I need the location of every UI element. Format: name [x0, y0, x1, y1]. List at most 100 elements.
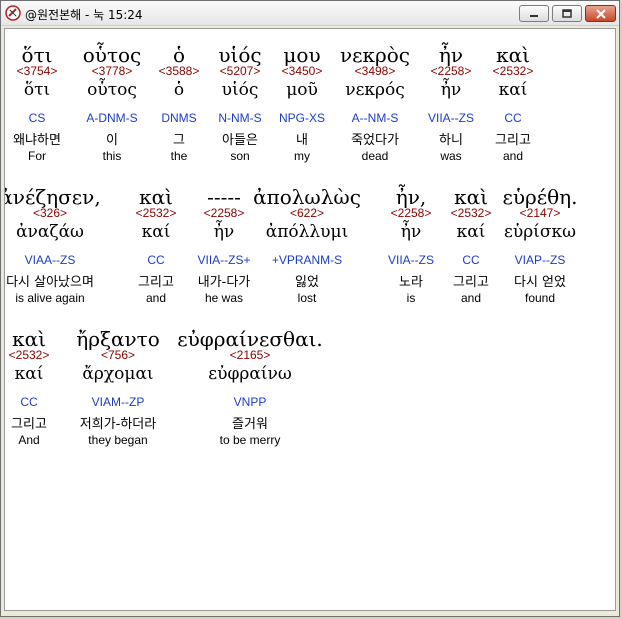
english-gloss: is alive again	[15, 291, 85, 305]
lemma: οὗτος	[87, 80, 137, 100]
status-bar	[4, 612, 616, 617]
korean-gloss: 하니	[439, 133, 463, 148]
morphology-code: CC	[147, 253, 165, 267]
lemma: καί	[456, 222, 486, 242]
morphology-code: VIAA--ZS	[24, 253, 76, 267]
strongs-number[interactable]: <3778>	[92, 64, 133, 78]
morphology-code: VIAM--ZP	[91, 395, 145, 409]
minimize-icon	[530, 14, 538, 17]
korean-gloss: 다시 얻었	[514, 275, 566, 290]
lemma: ἄρχομαι	[82, 364, 154, 384]
morphology-code: DNMS	[161, 111, 197, 125]
strongs-number[interactable]: <2532>	[493, 64, 534, 78]
lemma: ἦν	[440, 80, 462, 100]
maximize-icon	[562, 8, 572, 18]
strongs-number[interactable]: <2532>	[451, 206, 492, 220]
morphology-code: VIAP--ZS	[514, 253, 566, 267]
strongs-number[interactable]: <326>	[33, 206, 67, 220]
english-gloss: to be merry	[219, 433, 281, 447]
english-gloss: the	[170, 149, 188, 163]
strongs-number[interactable]: <2532>	[9, 348, 50, 362]
korean-gloss: 왜냐하면	[13, 133, 61, 148]
lemma: ἀπόλλυμι	[265, 222, 349, 242]
strongs-number[interactable]: <3588>	[159, 64, 200, 78]
morphology-code: CC	[20, 395, 38, 409]
english-gloss: and	[145, 291, 167, 305]
lemma: ὁ	[173, 80, 185, 100]
korean-gloss: 내가-다가	[197, 275, 251, 290]
korean-gloss: 그리고	[453, 275, 489, 290]
window-title: @원전본해 - 눅 15:24	[25, 8, 143, 22]
english-gloss: my	[294, 149, 310, 163]
lemma: εὑρίσκω	[504, 222, 576, 242]
morphology-code: CC	[504, 111, 522, 125]
korean-gloss: 즐거워	[232, 417, 268, 432]
close-icon	[595, 8, 606, 19]
strongs-number[interactable]: <2147>	[520, 206, 561, 220]
morphology-code: VIIA--ZS	[387, 253, 435, 267]
morphology-code: +VPRANM-S	[271, 253, 343, 267]
english-gloss: For	[28, 149, 46, 163]
korean-gloss: 아들은	[222, 133, 258, 148]
interlinear-view[interactable]: ὅτι <3754> ὅτι CS 왜냐하면 For οὗτος <3778> οὗτος A-D…	[4, 28, 616, 611]
morphology-code: VIIA--ZS+	[197, 253, 251, 267]
morphology-code: VNPP	[233, 395, 267, 409]
korean-gloss: 다시 살아났으며	[6, 275, 94, 290]
lemma: υἱός	[221, 80, 259, 100]
morphology-code: A-DNM-S	[86, 111, 138, 125]
strongs-number[interactable]: <2258>	[431, 64, 472, 78]
lemma: ἦν	[400, 222, 422, 242]
english-gloss: and	[460, 291, 482, 305]
english-gloss: he was	[204, 291, 244, 305]
english-gloss: And	[18, 433, 40, 447]
lemma: ἀναζάω	[16, 222, 84, 242]
lemma: καί	[141, 222, 171, 242]
morphology-code: N-NM-S	[218, 111, 262, 125]
korean-gloss: 이	[106, 133, 118, 148]
korean-gloss: 그	[173, 133, 185, 148]
title-bar[interactable]: @원전본해 - 눅 15:24	[1, 1, 619, 26]
korean-gloss: 죽었다가	[351, 133, 399, 148]
lemma: καί	[498, 80, 528, 100]
english-gloss: and	[502, 149, 524, 163]
strongs-number[interactable]: <2532>	[136, 206, 177, 220]
english-gloss: found	[524, 291, 556, 305]
close-button[interactable]	[585, 5, 616, 22]
korean-gloss: 저희가-하더라	[79, 417, 157, 432]
english-gloss: is	[406, 291, 416, 305]
strongs-number[interactable]: <3450>	[282, 64, 323, 78]
english-gloss: lost	[297, 291, 317, 305]
morphology-code: NPG-XS	[278, 111, 326, 125]
korean-gloss: 그리고	[138, 275, 174, 290]
english-gloss: they began	[88, 433, 148, 447]
lemma: μοῦ	[286, 80, 318, 100]
lemma: νεκρός	[345, 80, 405, 100]
morphology-code: A--NM-S	[351, 111, 399, 125]
lemma: ἦν	[213, 222, 235, 242]
english-gloss: was	[440, 149, 462, 163]
strongs-number[interactable]: <756>	[101, 348, 135, 362]
strongs-number[interactable]: <5207>	[220, 64, 261, 78]
korean-gloss: 잃었	[295, 275, 319, 290]
lemma: καί	[14, 364, 44, 384]
korean-gloss: 내	[296, 133, 308, 148]
korean-gloss: 그리고	[11, 417, 47, 432]
app-icon	[5, 5, 21, 21]
english-gloss: son	[230, 149, 250, 163]
morphology-code: CS	[28, 111, 46, 125]
app-window: @원전본해 - 눅 15:24 ὅτι <3754> ὅτι CS 왜냐하면 For οὗτ…	[0, 0, 620, 617]
lemma: ὅτι	[23, 80, 51, 100]
strongs-number[interactable]: <2258>	[204, 206, 245, 220]
strongs-number[interactable]: <3498>	[355, 64, 396, 78]
morphology-code: CC	[462, 253, 480, 267]
strongs-number[interactable]: <3754>	[17, 64, 58, 78]
english-gloss: dead	[361, 149, 389, 163]
lemma: εὐφραίνω	[208, 364, 292, 384]
korean-gloss: 그리고	[495, 133, 531, 148]
strongs-number[interactable]: <2258>	[391, 206, 432, 220]
strongs-number[interactable]: <2165>	[230, 348, 271, 362]
maximize-button[interactable]	[552, 5, 582, 22]
strongs-number[interactable]: <622>	[290, 206, 324, 220]
morphology-code: VIIA--ZS	[427, 111, 475, 125]
minimize-button[interactable]	[519, 5, 549, 22]
